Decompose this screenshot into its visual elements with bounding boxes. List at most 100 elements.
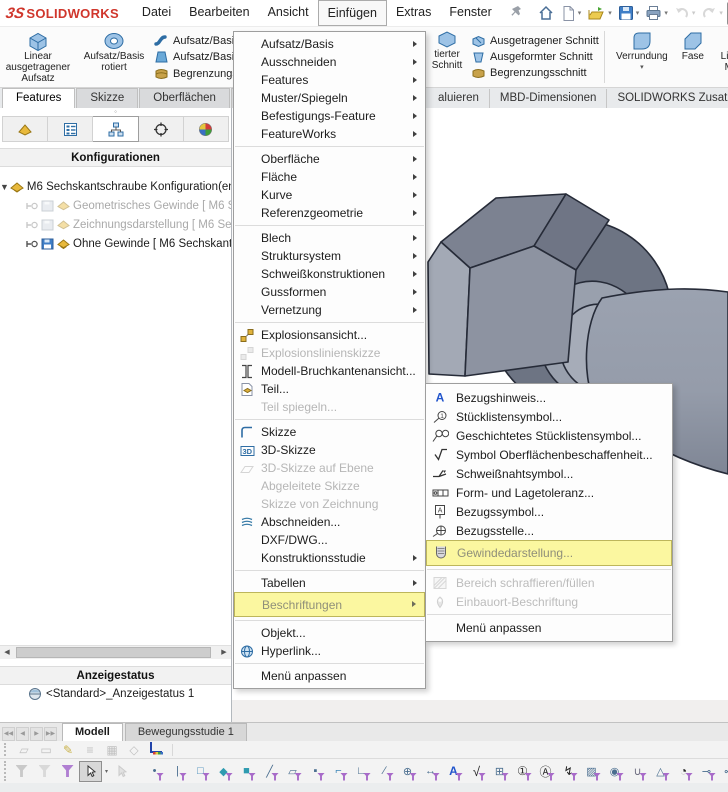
boundary-cut-button[interactable]: Begrenzungsschnitt: [471, 67, 599, 80]
performance-evaluation-icon[interactable]: [145, 741, 167, 758]
display-manager-tab-icon[interactable]: [183, 116, 230, 142]
revolved-boss-button[interactable]: Aufsatz/Basis rotiert: [76, 27, 152, 87]
filter-routing-points-icon[interactable]: ⊶: [718, 761, 728, 782]
clear-all-filters-icon[interactable]: [33, 761, 56, 782]
filter-connection-points-icon[interactable]: ⊸: [695, 761, 718, 782]
tab-bewegungsstudie-1[interactable]: Bewegungsstudie 1: [124, 723, 247, 741]
filter-midpoints-icon[interactable]: ∕: [373, 761, 396, 782]
clear-filter-icon[interactable]: [10, 761, 33, 782]
pin-menu-icon[interactable]: [509, 5, 522, 21]
tab-oberflaechen[interactable]: Oberflächen: [139, 88, 230, 108]
menu-item-skizze[interactable]: Skizze: [234, 423, 425, 441]
select-other-icon[interactable]: [110, 761, 133, 782]
markup-draw-icon[interactable]: ✎: [57, 743, 79, 757]
extruded-cut-button[interactable]: Ausgetragener Schnitt: [471, 35, 599, 48]
filter-datums-icon[interactable]: [534, 761, 557, 782]
redo-icon[interactable]: [699, 4, 725, 22]
filter-center-marks-icon[interactable]: ⊕: [396, 761, 419, 782]
menu-item-konstruktionsstudie[interactable]: Konstruktionsstudie: [234, 549, 425, 567]
print-icon[interactable]: [643, 3, 670, 23]
menu-item-explosionslinienskizze[interactable]: Explosionslinienskizze: [234, 344, 425, 362]
configuration-manager-tab-icon[interactable]: [93, 116, 139, 142]
filter-section-lines-icon[interactable]: [672, 761, 695, 782]
tab-modell[interactable]: Modell: [62, 723, 123, 741]
filter-dimensions-icon[interactable]: ↔: [419, 761, 442, 782]
next-study-button[interactable]: ▶: [30, 727, 43, 741]
extruded-boss-button[interactable]: Linear ausgetragener Aufsatz: [0, 27, 76, 87]
menu-item-featureworks[interactable]: FeatureWorks: [234, 125, 425, 143]
submenu-item-bereich-schraffieren-fuellen[interactable]: Bereich schraffieren/füllen: [426, 573, 672, 592]
scroll-left-arrow[interactable]: ◀: [0, 646, 14, 659]
lofted-cut-button[interactable]: Ausgeformter Schnitt: [471, 51, 599, 64]
dimxpert-manager-tab-icon[interactable]: [138, 116, 184, 142]
bottom-select-cursor-icon[interactable]: ▾: [79, 760, 108, 782]
menu-datei[interactable]: Datei: [133, 0, 180, 26]
toggle-selection-filters-icon[interactable]: [56, 761, 79, 782]
filter-surface-bodies-icon[interactable]: ◆: [212, 761, 235, 782]
menu-item-oberflaeche[interactable]: Oberfläche: [234, 150, 425, 168]
linear-pattern-button[interactable]: Lineares Muster ▾: [712, 27, 728, 87]
menu-einfuegen[interactable]: Einfügen: [317, 0, 387, 26]
submenu-item-symbol-oberflaechenbeschaffenheit[interactable]: Symbol Oberflächenbeschaffenheit...: [426, 445, 672, 464]
submenu-item-bezugsstelle[interactable]: Bezugsstelle...: [426, 521, 672, 540]
submenu-item-schweissnahtsymbol[interactable]: Schweißnahtsymbol...: [426, 464, 672, 483]
menu-item-tabellen[interactable]: Tabellen: [234, 574, 425, 592]
submenu-item-geschichtetes-stuecklistensymbol[interactable]: Geschichtetes Stücklistensymbol...: [426, 426, 672, 445]
revolved-cut-button[interactable]: tierter Schnitt: [425, 27, 469, 87]
markup-view-icon[interactable]: ▱: [13, 743, 35, 757]
submenu-item-gewindedarstellung[interactable]: Gewindedarstellung...: [426, 540, 672, 566]
menu-item-explosionsansicht[interactable]: Explosionsansicht...: [234, 326, 425, 344]
menu-item-befestigungs-feature[interactable]: Befestigungs-Feature: [234, 107, 425, 125]
filter-sketch-points-icon[interactable]: ▪: [304, 761, 327, 782]
tree-expander-icon[interactable]: ▼: [0, 182, 9, 192]
filter-gtols-icon[interactable]: ⊞: [488, 761, 511, 782]
first-study-button[interactable]: ◀◀: [2, 727, 15, 741]
filter-weld-symbols-icon[interactable]: [557, 761, 580, 782]
submenu-item-form-und-lagetoleranz[interactable]: Form- und Lagetoleranz...: [426, 483, 672, 502]
filter-edges-icon[interactable]: |: [166, 761, 189, 782]
tab-mbd-dimensionen[interactable]: MBD-Dimensionen: [490, 88, 608, 108]
features-manager-tab-icon[interactable]: [2, 116, 49, 142]
menu-item-beschriftungen[interactable]: Beschriftungen: [234, 592, 425, 617]
menu-item-flaeche[interactable]: Fläche: [234, 168, 425, 186]
new-document-icon[interactable]: [559, 3, 584, 24]
prev-study-button[interactable]: ◀: [16, 727, 29, 741]
toolbar-drag-handle[interactable]: [4, 742, 9, 757]
open-document-icon[interactable]: [585, 3, 614, 23]
tree-item-ohne-gewinde[interactable]: Ohne Gewinde [ M6 Sechskantsch: [0, 234, 231, 253]
scroll-right-arrow[interactable]: ▶: [217, 646, 231, 659]
fillet-button[interactable]: Verrundung ▾: [610, 27, 674, 87]
menu-item-schweisskonstruktionen[interactable]: Schweißkonstruktionen: [234, 265, 425, 283]
panel-horizontal-scrollbar[interactable]: ◀ ▶: [0, 645, 231, 659]
menu-item-abgeleitete-skizze[interactable]: Abgeleitete Skizze: [234, 477, 425, 495]
menu-item-aufsatz-basis[interactable]: Aufsatz/Basis: [234, 35, 425, 53]
menu-item-ausschneiden[interactable]: Ausschneiden: [234, 53, 425, 71]
menu-extras[interactable]: Extras: [387, 0, 440, 26]
tab-zusatzanwendungen[interactable]: SOLIDWORKS Zusatzanwendungen: [607, 89, 728, 108]
filter-sketches-icon[interactable]: ⌐: [327, 761, 350, 782]
markup-comment-icon[interactable]: ▭: [35, 743, 57, 757]
filter-planes-icon[interactable]: ▱: [281, 761, 304, 782]
filter-notes-icon[interactable]: [442, 761, 465, 782]
display-state-item[interactable]: <Standard>_Anzeigestatus 1: [0, 684, 231, 703]
fillet-dropdown-caret[interactable]: ▾: [640, 64, 644, 72]
filter-faces-icon[interactable]: □: [189, 761, 212, 782]
filter-datum-targets-icon[interactable]: △: [649, 761, 672, 782]
filter-review-icon[interactable]: ◉: [603, 761, 626, 782]
filter-axes-icon[interactable]: ╱: [258, 761, 281, 782]
menu-fenster[interactable]: Fenster: [440, 0, 500, 26]
menu-item-hyperlink[interactable]: Hyperlink...: [234, 642, 425, 660]
menu-ansicht[interactable]: Ansicht: [259, 0, 318, 26]
menu-item-struktursystem[interactable]: Struktursystem: [234, 247, 425, 265]
tree-root-configuration[interactable]: ▼ M6 Sechskantschraube Konfiguration(en)…: [0, 177, 231, 196]
last-study-button[interactable]: ▶▶: [44, 727, 57, 741]
submenu-item-stuecklistensymbol[interactable]: 1 Stücklistensymbol...: [426, 407, 672, 426]
filter-balloons-icon[interactable]: [511, 761, 534, 782]
tab-skizze[interactable]: Skizze: [76, 88, 139, 108]
filter-weld-beads-icon[interactable]: ▨: [580, 761, 603, 782]
property-manager-tab-icon[interactable]: [48, 116, 94, 142]
submenu-item-menue-anpassen[interactable]: Menü anpassen: [426, 618, 672, 637]
menu-item-modell-bruchkantenansicht[interactable]: Modell-Bruchkantenansicht...: [234, 362, 425, 380]
toolbar-drag-handle[interactable]: [4, 761, 6, 781]
menu-item-skizze-von-zeichnung[interactable]: Skizze von Zeichnung: [234, 495, 425, 513]
